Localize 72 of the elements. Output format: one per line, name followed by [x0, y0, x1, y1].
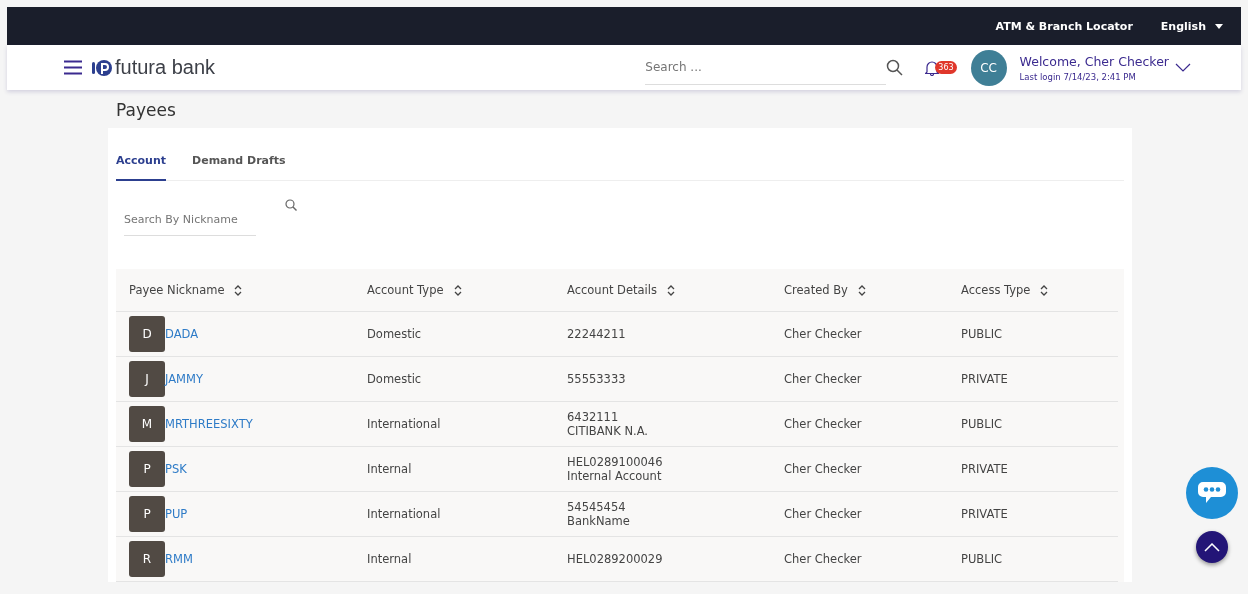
sort-icon[interactable] — [453, 284, 462, 296]
last-login-text: Last login 7/14/23, 2:41 PM — [1019, 71, 1137, 82]
table-cell: PUBLIC — [961, 552, 1003, 566]
payee-link[interactable]: JAMMY — [165, 372, 203, 386]
table-cell: Cher Checker — [784, 417, 862, 431]
column-header[interactable]: Account Details — [567, 283, 657, 297]
sort-icon[interactable] — [666, 284, 675, 296]
table-cell: Internal — [367, 462, 412, 476]
table-cell-text: HEL0289200029 — [567, 552, 664, 566]
bell-icon[interactable] — [925, 59, 940, 76]
payee-link[interactable]: PUP — [165, 507, 188, 521]
sort-icon[interactable] — [234, 284, 243, 296]
table-cell: International — [367, 507, 441, 521]
payee-avatar: J — [129, 361, 165, 397]
table-cell: Domestic — [367, 372, 422, 386]
table-cell-text: CITIBANK N.A. — [567, 424, 649, 438]
chevron-down-icon[interactable] — [1175, 63, 1191, 72]
table-cell-text: 55553333 — [567, 372, 627, 386]
search-icon[interactable] — [886, 59, 904, 76]
column-header[interactable]: Access Type — [961, 283, 1031, 297]
payee-link[interactable]: MRTHREESIXTY — [165, 417, 253, 431]
table-cell: PUBLIC — [961, 327, 1003, 341]
payee-avatar: M — [129, 406, 165, 442]
table-cell: Cher Checker — [784, 462, 862, 476]
table-cell-text: Internal Account — [567, 469, 663, 483]
scroll-top-button[interactable] — [1196, 531, 1228, 563]
brand-name: futura bank — [115, 56, 216, 79]
payee-link[interactable]: RMM — [165, 552, 193, 566]
sort-icon[interactable] — [1040, 284, 1049, 296]
column-header[interactable]: Payee Nickname — [129, 283, 225, 297]
chat-button[interactable] — [1186, 467, 1238, 519]
payee-avatar: R — [129, 541, 165, 577]
table-cell: Domestic — [367, 327, 422, 341]
branch-locator-link[interactable]: ATM & Branch Locator — [995, 19, 1133, 33]
payee-link[interactable]: PSK — [165, 462, 187, 476]
chat-icon — [1197, 481, 1227, 505]
nickname-search-field[interactable]: Search By Nickname — [124, 204, 256, 236]
table-cell: Cher Checker — [784, 507, 862, 521]
table-cell: PRIVATE — [961, 507, 1008, 521]
table-cell-text: 6432111 — [567, 410, 620, 424]
payee-avatar: P — [129, 451, 165, 487]
column-header[interactable]: Account Type — [367, 283, 444, 297]
page-title: Payees — [115, 99, 177, 122]
notification-badge: 363 — [935, 61, 957, 74]
table-cell: PRIVATE — [961, 462, 1008, 476]
user-avatar[interactable]: CC — [970, 49, 1007, 86]
table-cell: Cher Checker — [784, 327, 862, 341]
table-cell: Cher Checker — [784, 552, 862, 566]
table-cell: International — [367, 417, 441, 431]
table-cell-text: HEL0289100046 — [567, 455, 664, 469]
language-dropdown[interactable]: English — [1160, 19, 1223, 33]
payee-avatar: P — [129, 496, 165, 532]
table-cell-text: BankName — [567, 514, 631, 528]
tab[interactable]: Demand Drafts — [192, 154, 286, 181]
column-header[interactable]: Created By — [784, 283, 848, 297]
sort-icon[interactable] — [857, 284, 866, 296]
search-icon[interactable] — [285, 199, 298, 211]
table-cell: PUBLIC — [961, 417, 1003, 431]
payee-avatar: D — [129, 316, 165, 352]
table-cell-text: 54545454 — [567, 500, 627, 514]
welcome-text[interactable]: Welcome, Cher Checker — [1019, 53, 1169, 69]
caret-icon — [1215, 23, 1223, 29]
payee-link[interactable]: DADA — [165, 327, 199, 341]
table-cell: Cher Checker — [784, 372, 862, 386]
search-field[interactable]: Search ... — [645, 50, 887, 85]
menu-icon[interactable] — [64, 60, 82, 75]
tab[interactable]: Account — [116, 154, 167, 181]
table-cell: PRIVATE — [961, 372, 1008, 386]
table-cell-text: 22244211 — [567, 327, 627, 341]
logo-icon — [92, 57, 112, 78]
chevron-up-icon — [1204, 542, 1220, 552]
table-cell: Internal — [367, 552, 412, 566]
